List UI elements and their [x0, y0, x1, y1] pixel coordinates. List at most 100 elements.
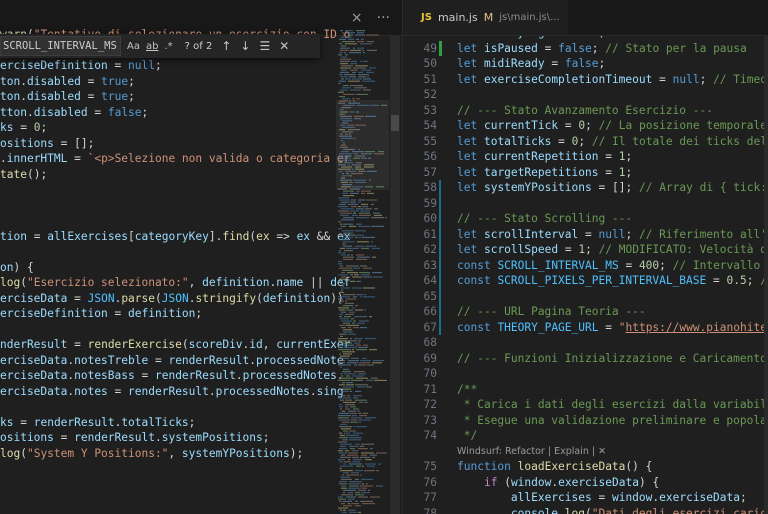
minimap-line	[343, 331, 353, 333]
code-line[interactable]: 70	[403, 366, 768, 382]
minimap-line	[339, 467, 342, 469]
code-line[interactable]: 52	[403, 87, 768, 103]
minimap-line	[338, 338, 348, 340]
minimap-line	[339, 432, 342, 434]
minimap-line	[351, 379, 363, 381]
minimap-line	[338, 252, 342, 254]
minimap-line	[341, 276, 349, 278]
code-line[interactable]: 56 let currentRepetition = 1;	[403, 149, 768, 165]
minimap-line	[342, 351, 355, 353]
minimap-line	[339, 43, 342, 45]
code-line[interactable]: 58 let systemYPositions = []; // Array di…	[403, 180, 768, 196]
minimap-line	[363, 60, 368, 62]
minimap-line	[340, 318, 349, 320]
code-line[interactable]: 71/**	[403, 382, 768, 398]
code-line[interactable]: 74 */	[403, 428, 768, 444]
code-line[interactable]: 53// --- Stato Avanzamento Esercizio ---	[403, 103, 768, 119]
minimap-line	[355, 34, 365, 36]
right-scrollbar[interactable]	[764, 35, 768, 514]
code-line[interactable]: 75 function loadExerciseData() {	[403, 459, 768, 475]
minimap-line	[349, 463, 362, 465]
previous-match-icon[interactable]: ↑	[221, 39, 231, 53]
left-minimap[interactable]	[336, 30, 389, 514]
minimap-line	[340, 355, 350, 357]
right-code-editor[interactable]: 48let isPlaying = false;49let isPaused =…	[403, 25, 768, 514]
code-line[interactable]: 78 console.log("Dati degli esercizi cari…	[403, 506, 768, 514]
code-line[interactable]: 49 let isPaused = false; // Stato per la …	[403, 40, 768, 56]
minimap-line	[358, 419, 371, 421]
code-line[interactable]: 72 * Carica i dati degli esercizi dalla …	[403, 397, 768, 413]
minimap-line	[340, 399, 344, 401]
minimap-line	[338, 507, 348, 509]
minimap-line	[359, 362, 370, 364]
line-number: 53	[423, 103, 437, 117]
minimap-line	[340, 47, 350, 49]
minimap-line	[340, 476, 350, 478]
minimap-line	[338, 349, 351, 351]
code-line[interactable]: 59	[403, 195, 768, 211]
minimap-line	[343, 245, 352, 247]
code-line[interactable]: 63 const SCROLL_INTERVAL_MS = 400; // Int…	[403, 257, 768, 273]
next-match-icon[interactable]: ↓	[240, 39, 250, 53]
minimap-line	[338, 346, 342, 348]
minimap-line	[341, 201, 349, 203]
match-whole-word-toggle[interactable]: ab	[146, 41, 158, 52]
code-line[interactable]: 57 let targetRepetitions = 1;	[403, 165, 768, 181]
minimap-line	[341, 287, 350, 289]
code-line[interactable]: 77 allExercises = window.exerciseData;	[403, 490, 768, 506]
code-line[interactable]: 54 let currentTick = 0; // La posizione t…	[403, 118, 768, 134]
minimap-line	[372, 256, 376, 258]
minimap-line	[340, 76, 348, 78]
code-line[interactable]: 60// --- Stato Scrolling ---	[403, 211, 768, 227]
code-line[interactable]: 65	[403, 288, 768, 304]
minimap-line	[353, 459, 362, 461]
find-in-selection-icon[interactable]: ☰	[259, 39, 270, 53]
close-find-icon[interactable]: ✕	[279, 39, 289, 53]
minimap-line	[365, 245, 376, 247]
minimap-line	[343, 232, 353, 234]
minimap-line	[366, 34, 379, 36]
javascript-file-icon: JS	[421, 12, 432, 23]
find-input[interactable]	[0, 36, 121, 56]
left-scrollbar[interactable]	[390, 35, 400, 514]
breadcrumb[interactable]: js\main.js\...	[499, 12, 559, 23]
use-regex-toggle[interactable]: .*	[164, 41, 172, 52]
left-scrollbar-thumb[interactable]	[391, 115, 399, 131]
code-line[interactable]: 50 let midiReady = false;	[403, 56, 768, 72]
code-line[interactable]: 76 if (window.exerciseData) {	[403, 475, 768, 491]
code-line[interactable]: 68	[403, 335, 768, 351]
minimap-line	[369, 67, 376, 69]
minimap-line	[343, 283, 345, 285]
minimap-line	[348, 459, 350, 461]
minimap-line	[376, 485, 383, 487]
code-line[interactable]: 69// --- Funzioni Inizializzazione e Car…	[403, 351, 768, 367]
minimap-line	[358, 364, 366, 366]
code-line[interactable]: 61 let scrollInterval = null; // Riferime…	[403, 226, 768, 242]
match-case-toggle[interactable]: Aa	[127, 41, 140, 52]
minimap-line	[352, 375, 364, 377]
minimap-line	[348, 203, 358, 205]
minimap-line	[358, 346, 368, 348]
tab-main-js[interactable]: JS main.js M js\main.js\...	[403, 0, 568, 35]
minimap-line	[343, 322, 350, 324]
more-actions-icon[interactable]: ···	[377, 10, 390, 26]
minimap-line	[339, 481, 347, 483]
minimap-line	[356, 217, 369, 219]
code-line[interactable]: 66// --- URL Pagina Teoria ---	[403, 304, 768, 320]
minimap-line	[341, 320, 352, 322]
code-line[interactable]: 55 let totalTicks = 0; // Il totale dei t…	[403, 134, 768, 150]
minimap-line	[347, 362, 358, 364]
code-line[interactable]: 67 const THEORY_PAGE_URL = "https://www.p…	[403, 319, 768, 335]
minimap-line	[343, 217, 354, 219]
line-number: 55	[423, 134, 437, 148]
code-line[interactable]: 64 const SCROLL_PIXELS_PER_INTERVAL_BASE …	[403, 273, 768, 289]
codelens-actions[interactable]: Windsurf: Refactor | Explain | ✕	[403, 444, 768, 460]
minimap-line	[347, 272, 358, 274]
code-line[interactable]: 51 let exerciseCompletionTimeout = null; …	[403, 72, 768, 88]
code-line[interactable]: 73 * Esegue una validazione preliminare …	[403, 413, 768, 429]
code-line[interactable]: 62 let scrollSpeed = 1; // MODIFICATO: Ve…	[403, 242, 768, 258]
close-icon[interactable]: ×	[351, 10, 363, 26]
minimap-line	[353, 47, 355, 49]
minimap-line	[354, 316, 367, 318]
minimap-line	[338, 379, 350, 381]
